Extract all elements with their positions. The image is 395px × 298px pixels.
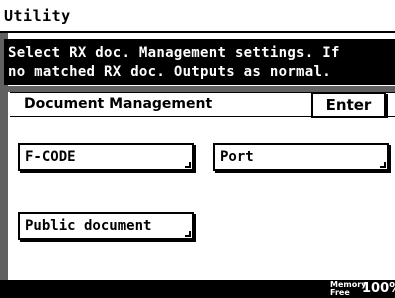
public-document-label: Public document [25, 218, 152, 234]
window-title: Utility [4, 7, 71, 25]
instruction-message: Select RX doc. Management settings. If n… [4, 39, 395, 85]
enter-button[interactable]: Enter [311, 92, 386, 118]
corner-mark-icon [185, 162, 191, 168]
title-bar: Utility [0, 0, 395, 33]
message-line-1: Select RX doc. Management settings. If [8, 45, 340, 61]
message-line-2: no matched RX doc. Outputs as normal. [8, 64, 331, 80]
port-button[interactable]: Port [213, 143, 389, 171]
public-document-button[interactable]: Public document [18, 212, 194, 240]
memory-free-value: 100% [362, 281, 395, 296]
memory-free-label: Memory Free [330, 281, 366, 297]
corner-mark-icon [380, 162, 386, 168]
f-code-label: F-CODE [25, 149, 76, 165]
memory-label-line2: Free [330, 288, 350, 297]
corner-mark-icon [185, 231, 191, 237]
status-bar: Memory Free 100% [0, 280, 395, 298]
utility-screen: Utility Select RX doc. Management settin… [0, 0, 395, 298]
port-label: Port [220, 149, 254, 165]
f-code-button[interactable]: F-CODE [18, 143, 194, 171]
section-title: Document Management [24, 96, 213, 112]
